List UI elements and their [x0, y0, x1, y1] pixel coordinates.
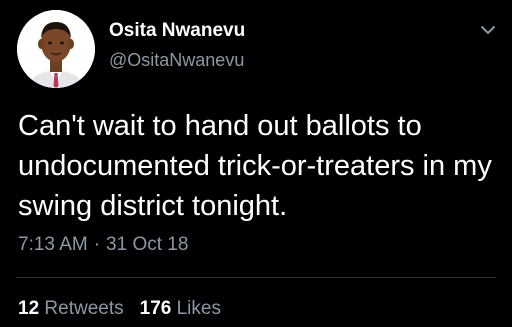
- cartoon-avatar-icon: [17, 10, 95, 88]
- chevron-down-icon[interactable]: [478, 20, 498, 40]
- retweets-count: 12: [18, 298, 40, 319]
- likes-count: 176: [139, 298, 172, 319]
- author-avatar[interactable]: [17, 10, 95, 88]
- likes-label: Likes: [176, 298, 221, 319]
- meta-separator: ·: [93, 234, 101, 255]
- author-handle[interactable]: @OsitaNwanevu: [109, 50, 244, 71]
- retweets-stat[interactable]: 12 Retweets: [18, 298, 124, 319]
- tweet-time: 7:13 AM: [18, 234, 88, 255]
- tweet-stats: 12 Retweets 176 Likes: [18, 298, 221, 320]
- author-name[interactable]: Osita Nwanevu: [109, 20, 245, 42]
- tweet-date: 31 Oct 18: [106, 234, 189, 255]
- tweet-text: Can't wait to hand out ballots to undocu…: [18, 110, 492, 222]
- likes-stat[interactable]: 176 Likes: [140, 298, 221, 319]
- retweets-label: Retweets: [44, 298, 124, 319]
- tweet-timestamp[interactable]: 7:13 AM · 31 Oct 18: [18, 234, 188, 256]
- divider: [16, 277, 496, 278]
